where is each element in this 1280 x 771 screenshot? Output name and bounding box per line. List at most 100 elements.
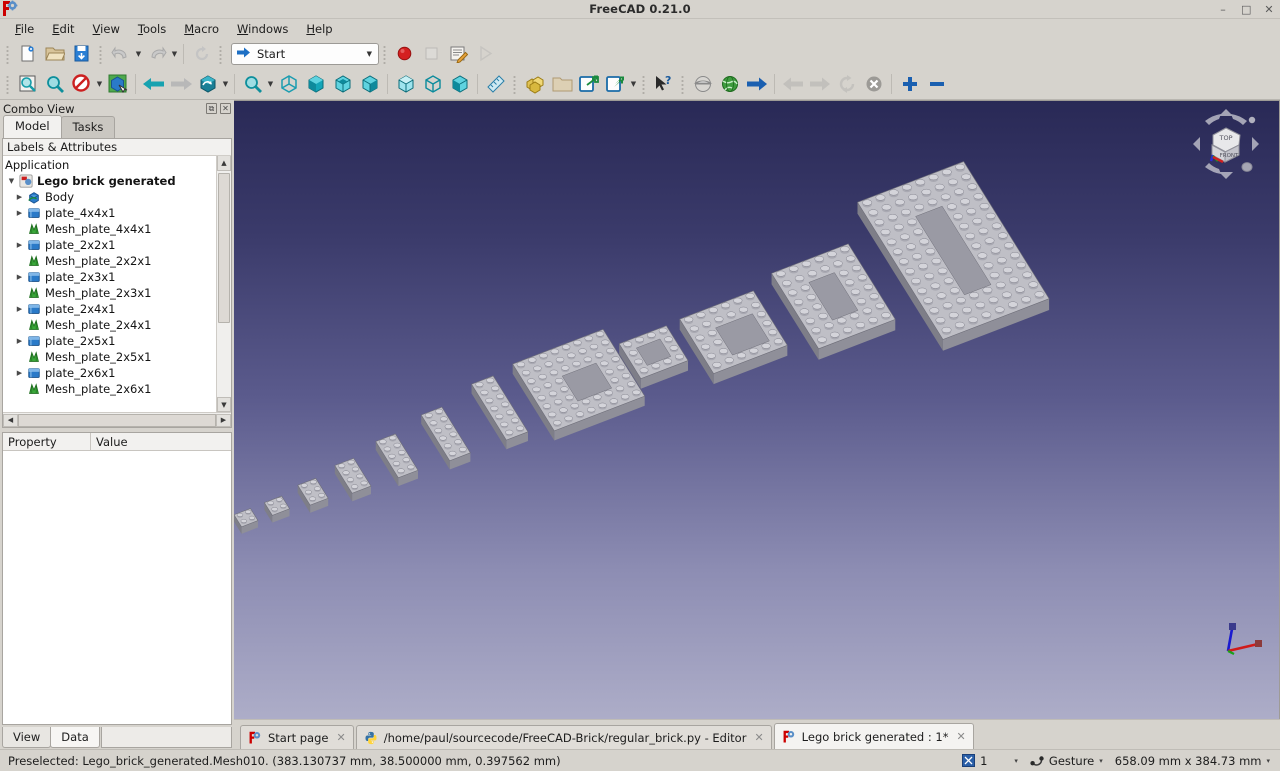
- expander-expand-icon[interactable]: ▶: [13, 273, 26, 281]
- workbench-globe-gray-icon[interactable]: [689, 71, 716, 96]
- expander-collapse-icon[interactable]: ▼: [5, 177, 18, 185]
- tree-item-mesh-plate-2x5x1[interactable]: Mesh_plate_2x5x1: [3, 349, 231, 365]
- tree-item-mesh-plate-4x4x1[interactable]: Mesh_plate_4x4x1: [3, 221, 231, 237]
- expander-expand-icon[interactable]: ▶: [13, 305, 26, 313]
- save-document-icon[interactable]: [68, 41, 95, 66]
- expander-expand-icon[interactable]: ▶: [13, 209, 26, 217]
- tree-item-plate-4x4x1[interactable]: ▶ plate_4x4x1: [3, 205, 231, 221]
- zoom-chevron-down-icon[interactable]: ▼: [266, 72, 275, 96]
- tree-vertical-scrollbar[interactable]: ▲ ▼: [216, 156, 231, 412]
- chevron-down-icon[interactable]: ▼: [367, 50, 372, 58]
- tree-item-mesh-plate-2x6x1[interactable]: Mesh_plate_2x6x1: [3, 381, 231, 397]
- navigation-style-selector[interactable]: Gesture ▾: [1024, 754, 1109, 768]
- tree-item-plate-2x6x1[interactable]: ▶ plate_2x6x1: [3, 365, 231, 381]
- close-icon[interactable]: ✕: [754, 731, 763, 744]
- macro-record-icon[interactable]: [391, 41, 418, 66]
- measure-icon[interactable]: [482, 71, 509, 96]
- tree-horizontal-scrollbar[interactable]: ◀ ▶: [3, 412, 231, 427]
- draw-style-icon[interactable]: [68, 71, 95, 96]
- menu-help[interactable]: Help: [297, 20, 341, 38]
- fit-all-icon[interactable]: [14, 71, 41, 96]
- new-document-icon[interactable]: [14, 41, 41, 66]
- close-icon[interactable]: ✕: [336, 731, 345, 744]
- 3d-viewport[interactable]: TOP FRONT: [234, 100, 1280, 719]
- tree-item-mesh-plate-2x2x1[interactable]: Mesh_plate_2x2x1: [3, 253, 231, 269]
- undo-icon[interactable]: [107, 41, 134, 66]
- tab-data[interactable]: Data: [50, 727, 100, 748]
- toolbar-grip[interactable]: [217, 43, 225, 64]
- link-group-icon[interactable]: [602, 71, 629, 96]
- menu-windows[interactable]: Windows: [228, 20, 297, 38]
- zoom-out-icon[interactable]: [923, 71, 950, 96]
- right-view-icon[interactable]: [356, 71, 383, 96]
- back-view-nav-icon[interactable]: [140, 71, 167, 96]
- tree-item-plate-2x4x1[interactable]: ▶ plate_2x4x1: [3, 301, 231, 317]
- expander-expand-icon[interactable]: ▶: [13, 369, 26, 377]
- close-button[interactable]: ✕: [1264, 4, 1274, 15]
- tree-item-plate-2x2x1[interactable]: ▶ plate_2x2x1: [3, 237, 231, 253]
- view-size-indicator[interactable]: 658.09 mm x 384.73 mm ▾: [1109, 754, 1276, 768]
- menu-view[interactable]: View: [84, 20, 129, 38]
- scroll-up-arrow-icon[interactable]: ▲: [217, 156, 231, 171]
- create-part-icon[interactable]: [521, 71, 548, 96]
- whats-this-icon[interactable]: ?: [650, 71, 677, 96]
- redo-dropdown-chevron-down-icon[interactable]: ▼: [170, 42, 179, 66]
- dimension-selector[interactable]: 1 ▾: [955, 754, 1024, 768]
- expander-expand-icon[interactable]: ▶: [13, 241, 26, 249]
- toolbar-grip[interactable]: [679, 73, 687, 94]
- chevron-down-icon[interactable]: ▾: [1014, 757, 1018, 765]
- macro-stop-icon[interactable]: [418, 41, 445, 66]
- chevron-down-icon[interactable]: ▾: [1266, 757, 1270, 765]
- tab-model[interactable]: Model: [3, 115, 62, 138]
- toolbar-grip[interactable]: [4, 73, 12, 94]
- left-view-icon[interactable]: [446, 71, 473, 96]
- hscrollbar-thumb[interactable]: [18, 413, 216, 427]
- hscroll-track[interactable]: [18, 413, 216, 427]
- menu-macro[interactable]: Macro: [175, 20, 228, 38]
- redo-icon[interactable]: [143, 41, 170, 66]
- web-next-icon[interactable]: [806, 71, 833, 96]
- create-group-icon[interactable]: [548, 71, 575, 96]
- workbench-selector[interactable]: Start ▼: [231, 42, 379, 65]
- toolbar-grip[interactable]: [511, 73, 519, 94]
- web-browser-icon[interactable]: [716, 71, 743, 96]
- isometric-view-icon[interactable]: [104, 71, 131, 96]
- tree-item-mesh-plate-2x4x1[interactable]: Mesh_plate_2x4x1: [3, 317, 231, 333]
- tree-item-body[interactable]: ▶ Body: [3, 189, 231, 205]
- expander-expand-icon[interactable]: ▶: [13, 337, 26, 345]
- chevron-down-icon[interactable]: ▾: [1099, 757, 1103, 765]
- tree-item-plate-2x3x1[interactable]: ▶ plate_2x3x1: [3, 269, 231, 285]
- minimize-button[interactable]: –: [1218, 4, 1228, 15]
- tree-item-plate-2x5x1[interactable]: ▶ plate_2x5x1: [3, 333, 231, 349]
- menu-tools[interactable]: Tools: [129, 20, 175, 38]
- open-document-icon[interactable]: [41, 41, 68, 66]
- close-icon[interactable]: ✕: [956, 730, 965, 743]
- draw-style-chevron-down-icon[interactable]: ▼: [95, 72, 104, 96]
- rear-view-icon[interactable]: [392, 71, 419, 96]
- tree-item-application[interactable]: Application: [3, 157, 231, 173]
- menu-edit[interactable]: Edit: [43, 20, 83, 38]
- tab-tasks[interactable]: Tasks: [60, 116, 116, 138]
- close-panel-button[interactable]: ✕: [220, 103, 231, 114]
- forward-view-nav-icon[interactable]: [167, 71, 194, 96]
- menu-file[interactable]: File: [6, 20, 43, 38]
- navigation-cube[interactable]: TOP FRONT: [1191, 107, 1261, 181]
- zoom-box-icon[interactable]: [239, 71, 266, 96]
- refresh-icon[interactable]: [188, 41, 215, 66]
- web-refresh-icon[interactable]: [833, 71, 860, 96]
- scroll-left-arrow-icon[interactable]: ◀: [3, 413, 18, 427]
- toolbar-grip[interactable]: [381, 43, 389, 64]
- tree-item-mesh-plate-2x3x1[interactable]: Mesh_plate_2x3x1: [3, 285, 231, 301]
- doctab-start-page[interactable]: Start page ✕: [240, 725, 354, 749]
- web-back-icon[interactable]: [779, 71, 806, 96]
- doctab-lego-brick-generated[interactable]: Lego brick generated : 1* ✕: [773, 723, 974, 749]
- scrollbar-thumb[interactable]: [218, 173, 230, 323]
- expander-expand-icon[interactable]: ▶: [13, 193, 26, 201]
- undo-dropdown-chevron-down-icon[interactable]: ▼: [134, 42, 143, 66]
- zoom-in-icon[interactable]: [896, 71, 923, 96]
- tree-item-lego-brick-generated[interactable]: ▼ Lego brick generated: [3, 173, 231, 189]
- web-forward-blue-icon[interactable]: [743, 71, 770, 96]
- toolbar-grip[interactable]: [97, 43, 105, 64]
- isometric-cube-icon[interactable]: [275, 71, 302, 96]
- scroll-right-arrow-icon[interactable]: ▶: [216, 413, 231, 427]
